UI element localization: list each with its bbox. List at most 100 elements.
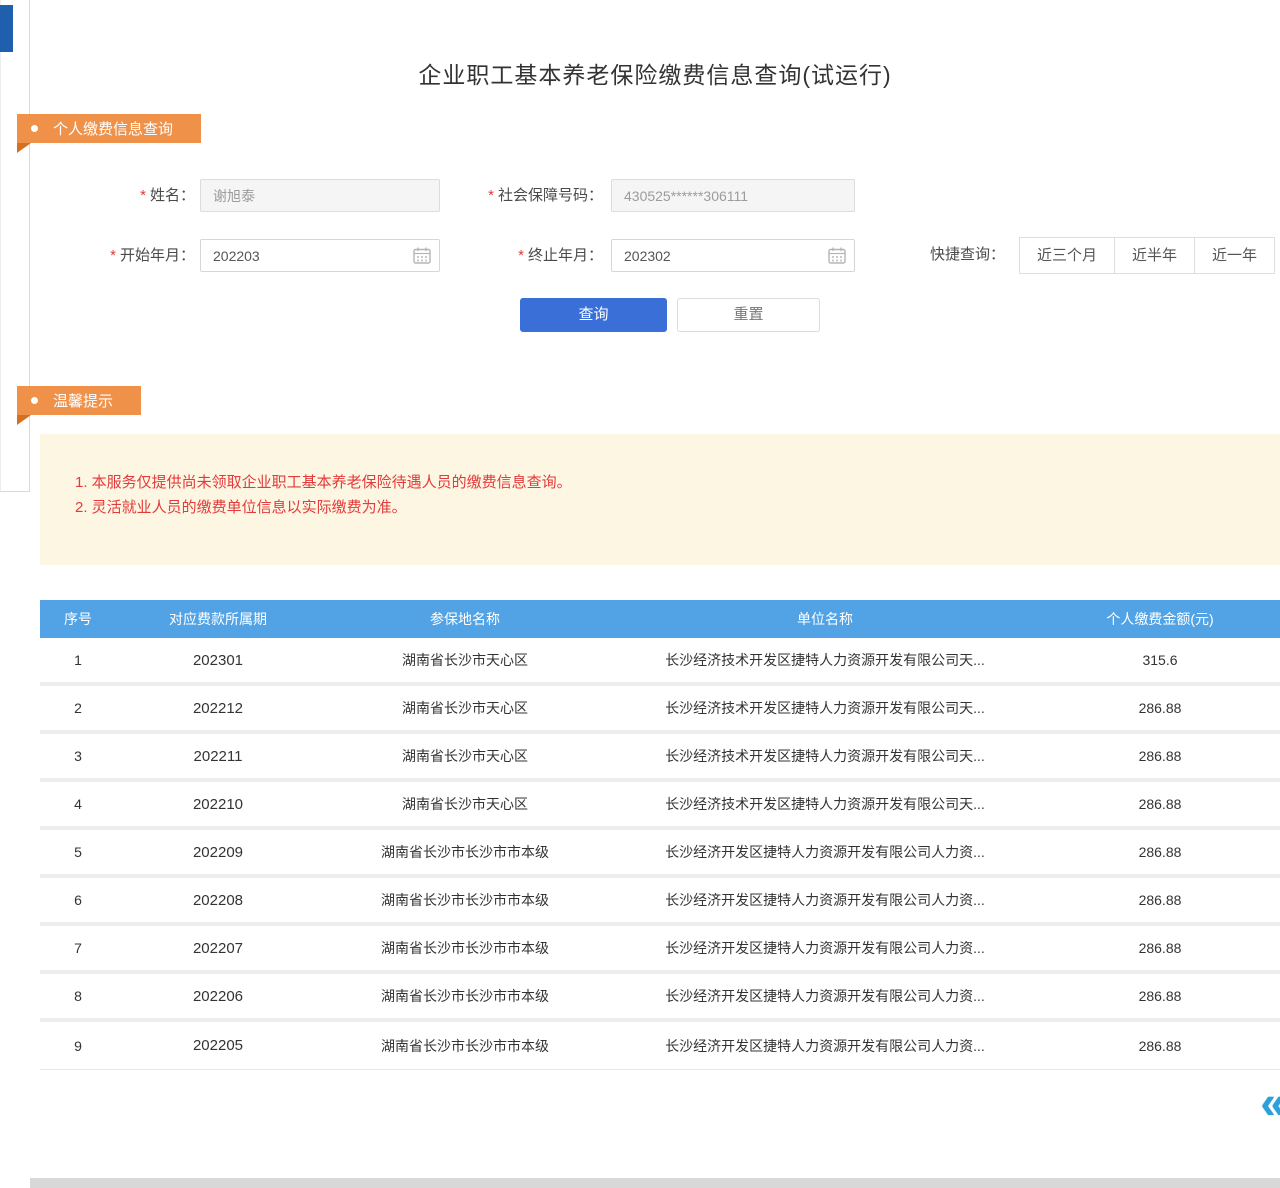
name-input bbox=[200, 179, 440, 212]
table-cell: 5 bbox=[40, 844, 116, 860]
start-date-input[interactable] bbox=[200, 239, 440, 272]
calendar-icon[interactable] bbox=[413, 247, 431, 269]
table-cell: 长沙经济开发区捷特人力资源开发有限公司人力资... bbox=[610, 1036, 1040, 1056]
table-cell: 202206 bbox=[116, 988, 320, 1005]
table-header-row: 序号对应费款所属期参保地名称单位名称个人缴费金额(元) bbox=[40, 600, 1280, 638]
table-cell: 湖南省长沙市长沙市市本级 bbox=[320, 890, 610, 910]
table-cell: 长沙经济技术开发区捷特人力资源开发有限公司天... bbox=[610, 698, 1040, 718]
table-cell: 9 bbox=[40, 1038, 116, 1054]
calendar-icon[interactable] bbox=[828, 247, 846, 269]
table-cell: 286.88 bbox=[1040, 844, 1280, 860]
required-asterisk: * bbox=[488, 187, 494, 204]
table-cell: 湖南省长沙市天心区 bbox=[320, 650, 610, 670]
table-cell: 202211 bbox=[116, 748, 320, 765]
table-header-cell: 个人缴费金额(元) bbox=[1040, 609, 1280, 629]
table-row: 1202301湖南省长沙市天心区长沙经济技术开发区捷特人力资源开发有限公司天..… bbox=[40, 638, 1280, 686]
table-row: 5202209湖南省长沙市长沙市市本级长沙经济开发区捷特人力资源开发有限公司人力… bbox=[40, 830, 1280, 878]
table-cell: 长沙经济开发区捷特人力资源开发有限公司人力资... bbox=[610, 842, 1040, 862]
table-row: 3202211湖南省长沙市天心区长沙经济技术开发区捷特人力资源开发有限公司天..… bbox=[40, 734, 1280, 782]
table-cell: 湖南省长沙市天心区 bbox=[320, 746, 610, 766]
bullet-icon bbox=[31, 125, 38, 132]
table-cell: 8 bbox=[40, 988, 116, 1004]
quick-option-0[interactable]: 近三个月 bbox=[1019, 237, 1115, 274]
section-query: 个人缴费信息查询 bbox=[17, 114, 201, 153]
table-row: 2202212湖南省长沙市天心区长沙经济技术开发区捷特人力资源开发有限公司天..… bbox=[40, 686, 1280, 734]
table-cell: 202205 bbox=[116, 1037, 320, 1054]
section-query-label: 个人缴费信息查询 bbox=[53, 118, 173, 139]
table-cell: 长沙经济开发区捷特人力资源开发有限公司人力资... bbox=[610, 986, 1040, 1006]
end-date-input[interactable] bbox=[611, 239, 855, 272]
table-cell: 202301 bbox=[116, 652, 320, 669]
table-cell: 286.88 bbox=[1040, 892, 1280, 908]
table-body: 1202301湖南省长沙市天心区长沙经济技术开发区捷特人力资源开发有限公司天..… bbox=[40, 638, 1280, 1070]
section-tips-label: 温馨提示 bbox=[53, 390, 113, 411]
table-cell: 湖南省长沙市天心区 bbox=[320, 794, 610, 814]
table-cell: 286.88 bbox=[1040, 796, 1280, 812]
table-cell: 202209 bbox=[116, 844, 320, 861]
required-asterisk: * bbox=[140, 187, 146, 204]
table-cell: 6 bbox=[40, 892, 116, 908]
table-cell: 湖南省长沙市天心区 bbox=[320, 698, 610, 718]
table-cell: 315.6 bbox=[1040, 652, 1280, 668]
ssn-input bbox=[611, 179, 855, 212]
table-header-cell: 序号 bbox=[40, 609, 116, 629]
reset-button[interactable]: 重置 bbox=[677, 298, 820, 332]
required-asterisk: * bbox=[110, 247, 116, 264]
table-cell: 202208 bbox=[116, 892, 320, 909]
table-cell: 1 bbox=[40, 652, 116, 668]
table-row: 6202208湖南省长沙市长沙市市本级长沙经济开发区捷特人力资源开发有限公司人力… bbox=[40, 878, 1280, 926]
table-cell: 湖南省长沙市长沙市市本级 bbox=[320, 842, 610, 862]
tips-line-1: 1. 本服务仅提供尚未领取企业职工基本养老保险待遇人员的缴费信息查询。 bbox=[75, 470, 572, 495]
ribbon-fold bbox=[17, 143, 31, 153]
table-cell: 286.88 bbox=[1040, 1038, 1280, 1054]
table-row: 7202207湖南省长沙市长沙市市本级长沙经济开发区捷特人力资源开发有限公司人力… bbox=[40, 926, 1280, 974]
ribbon-fold bbox=[17, 415, 31, 425]
end-date-label: *终止年月： bbox=[490, 239, 603, 272]
table-header-cell: 对应费款所属期 bbox=[116, 609, 320, 629]
bullet-icon bbox=[31, 397, 38, 404]
table-cell: 286.88 bbox=[1040, 940, 1280, 956]
table-row: 9202205湖南省长沙市长沙市市本级长沙经济开发区捷特人力资源开发有限公司人力… bbox=[40, 1022, 1280, 1070]
table-cell: 202210 bbox=[116, 796, 320, 813]
corner-blue-block bbox=[0, 5, 13, 52]
table-row: 4202210湖南省长沙市天心区长沙经济技术开发区捷特人力资源开发有限公司天..… bbox=[40, 782, 1280, 830]
quick-option-2[interactable]: 近一年 bbox=[1194, 237, 1275, 274]
quick-query-label: 快捷查询： bbox=[930, 237, 1005, 273]
page-title: 企业职工基本养老保险缴费信息查询(试运行) bbox=[30, 56, 1280, 90]
table-header-cell: 参保地名称 bbox=[320, 609, 610, 629]
tips-line-2: 2. 灵活就业人员的缴费单位信息以实际缴费为准。 bbox=[75, 495, 572, 520]
query-button[interactable]: 查询 bbox=[520, 298, 667, 332]
table-cell: 4 bbox=[40, 796, 116, 812]
section-tips: 温馨提示 bbox=[17, 386, 141, 425]
table-cell: 湖南省长沙市长沙市市本级 bbox=[320, 1036, 610, 1056]
table-cell: 202207 bbox=[116, 940, 320, 957]
start-date-label: *开始年月： bbox=[78, 239, 195, 272]
bottom-scroll-strip bbox=[30, 1178, 1280, 1188]
table-cell: 长沙经济技术开发区捷特人力资源开发有限公司天... bbox=[610, 650, 1040, 670]
table-cell: 3 bbox=[40, 748, 116, 764]
ssn-label: *社会保障号码： bbox=[455, 179, 603, 212]
table-cell: 长沙经济技术开发区捷特人力资源开发有限公司天... bbox=[610, 794, 1040, 814]
table-cell: 长沙经济开发区捷特人力资源开发有限公司人力资... bbox=[610, 938, 1040, 958]
tips-panel: 1. 本服务仅提供尚未领取企业职工基本养老保险待遇人员的缴费信息查询。 2. 灵… bbox=[40, 434, 1280, 565]
table-cell: 湖南省长沙市长沙市市本级 bbox=[320, 938, 610, 958]
table-cell: 长沙经济技术开发区捷特人力资源开发有限公司天... bbox=[610, 746, 1040, 766]
table-cell: 7 bbox=[40, 940, 116, 956]
collapse-icon[interactable]: « bbox=[1260, 1082, 1280, 1122]
quick-query-group: 近三个月近半年近一年 bbox=[1020, 237, 1275, 274]
table-cell: 长沙经济开发区捷特人力资源开发有限公司人力资... bbox=[610, 890, 1040, 910]
table-cell: 202212 bbox=[116, 700, 320, 717]
table-cell: 286.88 bbox=[1040, 700, 1280, 716]
table-header-cell: 单位名称 bbox=[610, 609, 1040, 629]
table-cell: 湖南省长沙市长沙市市本级 bbox=[320, 986, 610, 1006]
results-table: 序号对应费款所属期参保地名称单位名称个人缴费金额(元) 1202301湖南省长沙… bbox=[40, 600, 1280, 1070]
table-cell: 286.88 bbox=[1040, 748, 1280, 764]
required-asterisk: * bbox=[518, 247, 524, 264]
table-cell: 286.88 bbox=[1040, 988, 1280, 1004]
section-query-ribbon: 个人缴费信息查询 bbox=[17, 114, 201, 143]
name-label: *姓名： bbox=[78, 179, 195, 212]
section-tips-ribbon: 温馨提示 bbox=[17, 386, 141, 415]
table-cell: 2 bbox=[40, 700, 116, 716]
table-row: 8202206湖南省长沙市长沙市市本级长沙经济开发区捷特人力资源开发有限公司人力… bbox=[40, 974, 1280, 1022]
quick-option-1[interactable]: 近半年 bbox=[1114, 237, 1195, 274]
